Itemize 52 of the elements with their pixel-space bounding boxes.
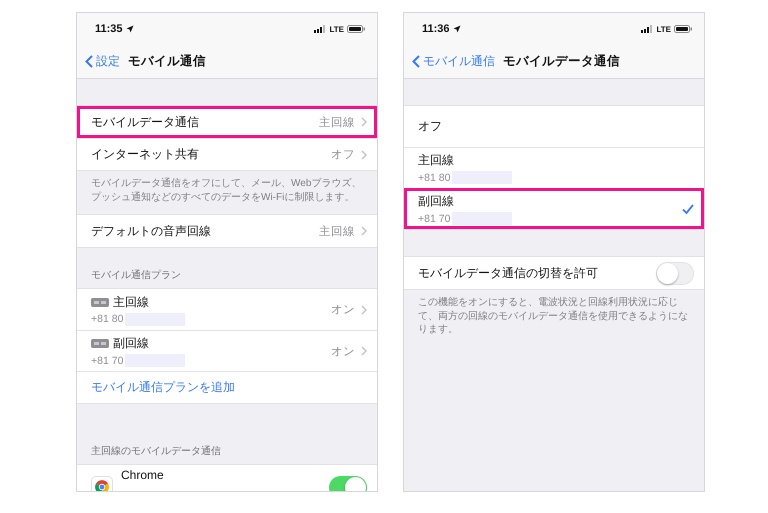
chevron-icon [361,304,367,314]
section-header: 主回線のモバイルデータ通信 [90,444,222,459]
sim-badge-icon [91,339,109,348]
phone-number: +81 70 [91,354,124,366]
phone-number: +81 80 [418,172,450,184]
section-footer: この機能をオンにすると、電波状況と回線利用状況に応じて、両方の回線のモバイルデータ通信を使用できるようになります。 [404,290,704,336]
chevron-icon [361,117,367,127]
row-label: デフォルトの音声回線 [91,222,212,240]
battery-icon [674,25,692,33]
chevron-icon [361,346,367,356]
row-value: オフ [331,148,355,162]
network-label: LTE [656,24,671,34]
back-chevron-icon [412,55,420,68]
row-label: モバイルデータ通信 [91,114,200,130]
settings-row[interactable]: 副回線 +81 70 [404,188,704,229]
status-time: 11:36 [422,23,450,35]
sim-badge-icon [91,298,109,306]
chevron-icon [361,226,367,236]
back-button[interactable]: モバイル通信 [412,53,495,70]
row-value: 主回線 [319,115,355,130]
signal-icon [641,25,654,33]
location-arrow-icon [452,25,461,33]
battery-icon [347,25,365,33]
phone-number: +81 80 [91,313,124,325]
nav-title: モバイル通信 [128,53,206,70]
row-value: 主回線 [319,224,355,238]
phone-number: +81 70 [418,212,450,224]
network-label: LTE [329,24,344,34]
signal-icon [314,25,326,33]
row-label: 主回線 [418,152,455,169]
row-label: 副回線 [418,193,455,210]
location-arrow-icon [126,25,134,33]
row-value: オン [331,303,355,317]
row-label: オフ [418,118,443,135]
row-value: オン [331,344,355,358]
toggle-switch[interactable] [656,262,694,284]
row-label: モバイルデータ通信の切替を許可 [418,264,599,282]
redaction-box [452,212,512,225]
row-label: インターネット共有 [91,146,200,163]
section-footer: モバイルデータ通信をオフにして、メール、Webブラウズ、プッシュ通知などのすべてのデータをWi-Fiに制限します。 [77,171,377,204]
row-label: 副回線 [113,335,149,352]
back-chevron-icon [85,55,93,68]
add-plan-link[interactable]: モバイル通信プランを追加 [91,379,367,396]
row-label: 主回線 [113,294,149,310]
chevron-icon [361,150,367,160]
settings-row[interactable]: モバイルデータ通信 主回線 [77,106,377,138]
row-label: Chrome [121,468,165,482]
nav-title: モバイルデータ通信 [503,53,620,70]
back-button[interactable]: 設定 [85,53,120,70]
section-header: モバイル通信プラン [90,268,182,283]
checkmark-icon [682,204,694,214]
status-time: 11:35 [95,23,123,35]
